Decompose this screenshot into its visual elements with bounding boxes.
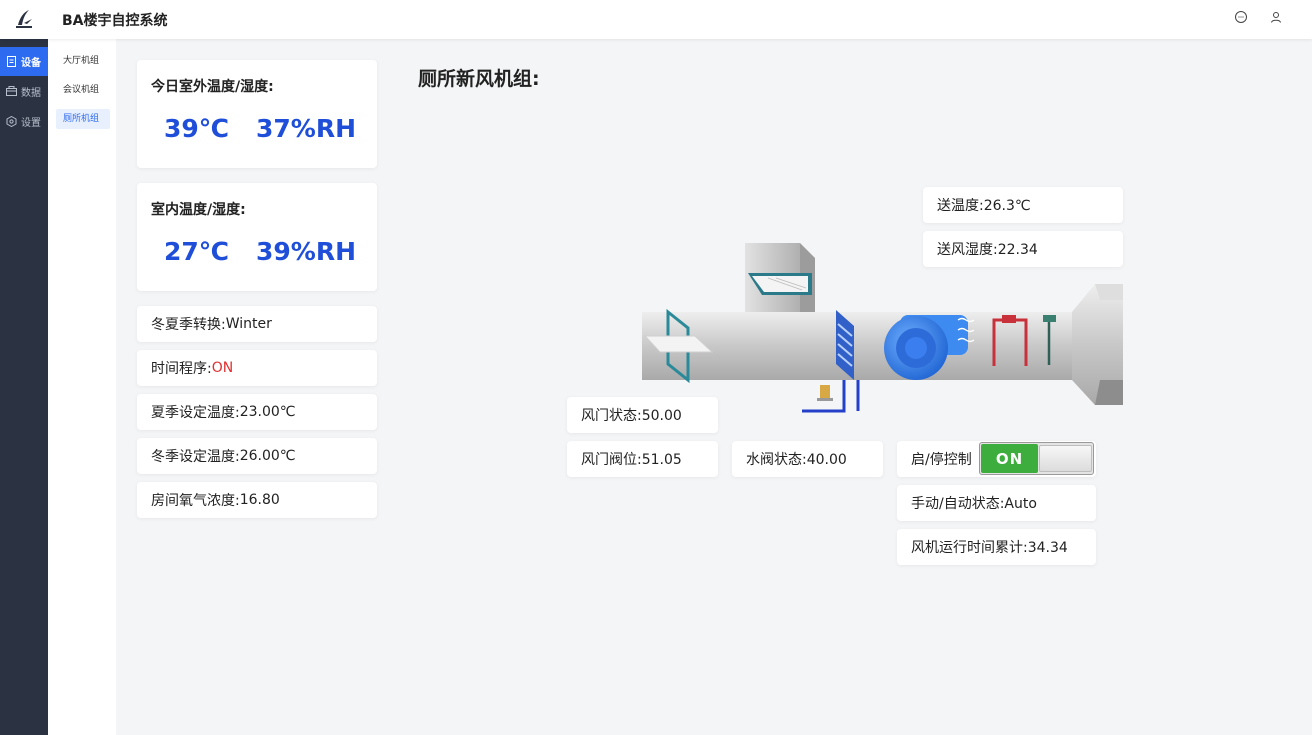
supply-temperature-card: 送温度:26.3℃ <box>923 187 1123 223</box>
sidebar-item-data[interactable]: 数据 <box>0 77 48 106</box>
indoor-temperature: 27℃ <box>164 237 230 266</box>
outdoor-temperature: 39℃ <box>164 114 230 143</box>
summer-setpoint-value: 23.00℃ <box>239 404 296 420</box>
schedule-row: 时间程序: ON <box>137 350 377 386</box>
sidebar-item-settings[interactable]: 设置 <box>0 107 48 136</box>
indoor-title: 室内温度/湿度: <box>151 202 246 218</box>
oxygen-value: 16.80 <box>239 492 280 508</box>
unit-title: 厕所新风机组: <box>418 68 540 90</box>
oxygen-label: 房间氧气浓度: <box>151 493 240 509</box>
sidebar-item-devices[interactable]: 设备 <box>0 47 48 76</box>
start-stop-label: 启/停控制 <box>911 452 972 468</box>
schedule-label: 时间程序: <box>151 361 212 377</box>
app-title: BA楼宇自控系统 <box>62 13 168 29</box>
start-stop-toggle[interactable]: ON <box>979 442 1094 475</box>
fan-runtime-card: 风机运行时间累计:34.34 <box>897 529 1096 565</box>
water-valve-status-card: 水阀状态:40.00 <box>732 441 883 477</box>
winter-setpoint-label: 冬季设定温度: <box>151 449 240 465</box>
sidebar: 设备 数据 设置 <box>0 39 48 735</box>
submenu-item-lobby-unit[interactable]: 大厅机组 <box>56 51 110 71</box>
outdoor-title: 今日室外温度/湿度: <box>151 79 274 95</box>
database-icon <box>6 86 17 96</box>
sidebar-item-label: 设置 <box>21 118 41 129</box>
manual-auto-status-card: 手动/自动状态:Auto <box>897 485 1096 521</box>
oxygen-row: 房间氧气浓度: 16.80 <box>137 482 377 518</box>
season-value: Winter <box>225 316 272 332</box>
summer-setpoint-label: 夏季设定温度: <box>151 405 240 421</box>
indoor-humidity: 39%RH <box>256 237 357 266</box>
air-handling-unit-diagram <box>642 243 1123 413</box>
toggle-on-label: ON <box>981 444 1038 473</box>
sidebar-item-label: 设备 <box>21 58 41 69</box>
water-valve <box>820 385 830 398</box>
submenu: 大厅机组 会议机组 厕所机组 <box>48 39 116 735</box>
document-icon <box>7 56 16 67</box>
user-icon[interactable] <box>1269 10 1283 24</box>
message-icon[interactable] <box>1234 10 1248 24</box>
submenu-item-restroom-unit[interactable]: 厕所机组 <box>56 109 110 129</box>
schedule-value: ON <box>211 360 234 376</box>
winter-setpoint-value: 26.00℃ <box>239 448 296 464</box>
outdoor-humidity: 37%RH <box>256 114 357 143</box>
outdoor-card: 今日室外温度/湿度: 39℃ 37%RH <box>137 60 377 168</box>
top-header: BA楼宇自控系统 <box>0 0 1312 39</box>
winter-setpoint-row: 冬季设定温度: 26.00℃ <box>137 438 377 474</box>
damper-status-card: 风门状态:50.00 <box>567 397 718 433</box>
summer-setpoint-row: 夏季设定温度: 23.00℃ <box>137 394 377 430</box>
indoor-card: 室内温度/湿度: 27℃ 39%RH <box>137 183 377 291</box>
sidebar-item-label: 数据 <box>21 88 41 99</box>
settings-icon <box>6 116 17 127</box>
submenu-item-meeting-unit[interactable]: 会议机组 <box>56 80 110 100</box>
logo-icon <box>16 10 32 28</box>
season-switch-row: 冬夏季转换: Winter <box>137 306 377 342</box>
season-label: 冬夏季转换: <box>151 317 226 333</box>
damper-position-card: 风门阀位:51.05 <box>567 441 718 477</box>
toggle-knob[interactable] <box>1039 445 1092 472</box>
